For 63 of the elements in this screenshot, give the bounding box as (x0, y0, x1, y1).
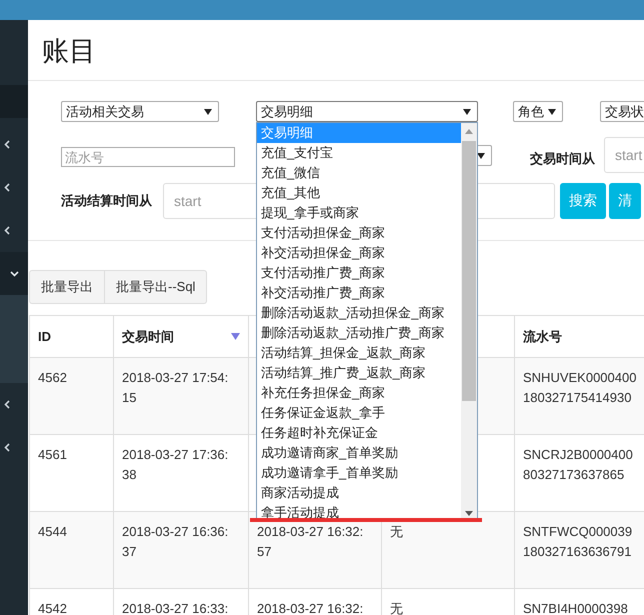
dropdown-option[interactable]: 成功邀请商家_首单奖励 (257, 443, 461, 463)
dropdown-option[interactable]: 任务保证金返款_拿手 (257, 403, 461, 423)
select-field[interactable]: 交易状 (600, 101, 644, 122)
dropdown-option[interactable]: 补交活动担保金_商家 (257, 243, 461, 263)
dropdown-option[interactable]: 删除活动返款_活动推广费_商家 (257, 323, 461, 343)
page-title: 账目 (41, 35, 97, 68)
table-cell-text: 无 (390, 600, 403, 615)
table-cell-text: SNCRJ2B0000400 80327173637865 (523, 446, 633, 484)
table-cell-text: 2018-03-27 17:54: 15 (122, 369, 228, 407)
table-cell-text: 4561 (38, 446, 67, 464)
dropdown-option[interactable]: 商家活动提成 (257, 483, 461, 503)
chevron-left-icon (4, 443, 10, 452)
chevron-left-icon (4, 400, 10, 409)
column-header[interactable]: ID (38, 329, 51, 344)
chevron-left-icon (4, 226, 10, 235)
scrollbar[interactable] (461, 123, 477, 521)
filter-label: 交易时间从 (530, 151, 595, 166)
dropdown-option[interactable]: 补交活动推广费_商家 (257, 283, 461, 303)
chevron-left-icon (4, 140, 10, 149)
table-cell-text: 2018-03-27 16:33: (122, 600, 228, 615)
select-field[interactable]: 活动相关交易 (61, 101, 219, 122)
sort-icon[interactable] (231, 333, 240, 340)
chevron-down-icon (10, 270, 18, 276)
filter-label: 活动结算时间从 (61, 193, 152, 208)
table-cell-text: 2018-03-27 16:36: 37 (122, 523, 228, 561)
dropdown-option[interactable]: 任务超时补充保证金 (257, 423, 461, 443)
export-button[interactable]: 批量导出--Sql (105, 270, 208, 304)
dropdown-option[interactable]: 活动结算_担保金_返款_商家 (257, 343, 461, 363)
dropdown-option[interactable]: 充值_微信 (257, 163, 461, 183)
dropdown-option[interactable]: 补充任务担保金_商家 (257, 383, 461, 403)
scroll-up-icon[interactable] (465, 128, 473, 134)
dropdown-arrow-icon (548, 108, 556, 114)
dropdown-option[interactable]: 充值_其他 (257, 183, 461, 203)
dropdown-option[interactable]: 支付活动推广费_商家 (257, 263, 461, 283)
sidebar-item[interactable] (0, 85, 28, 118)
table-cell-text: 4562 (38, 369, 67, 387)
select-field[interactable]: 交易明细 (256, 101, 478, 122)
dropdown-arrow-icon (463, 108, 471, 114)
input-field[interactable]: 流水号 (61, 147, 235, 167)
scroll-down-icon[interactable] (465, 510, 473, 516)
dropdown-option[interactable]: 提现_拿手或商家 (257, 203, 461, 223)
column-header[interactable]: 流水号 (523, 328, 562, 346)
table-cell-text: 4544 (38, 523, 67, 541)
table-cell-text: SN7BI4H0000398 (523, 600, 628, 615)
table-cell-text: 无 (390, 523, 403, 541)
table-cell-text: 2018-03-27 16:32: (257, 600, 364, 615)
column-header[interactable]: 交易时间 (122, 328, 174, 346)
dropdown-arrow-icon (477, 152, 485, 158)
table-cell-text: SNTFWCQ000039 180327163636791 (523, 523, 632, 561)
chevron-left-icon (4, 183, 10, 192)
table-cell-text: 4542 (38, 600, 67, 615)
dropdown-option[interactable]: 充值_支付宝 (257, 143, 461, 163)
dropdown-option[interactable]: 删除活动返款_活动担保金_商家 (257, 303, 461, 323)
export-button[interactable]: 批量导出 (29, 270, 105, 304)
dropdown-option[interactable]: 支付活动担保金_商家 (257, 223, 461, 243)
table-cell-text: 2018-03-27 17:36: 38 (122, 446, 228, 484)
dropdown-option[interactable]: 成功邀请拿手_首单奖励 (257, 463, 461, 483)
select-field[interactable]: 角色 (513, 101, 563, 122)
table-cell-text: SNHUVEK0000400 180327175414930 (523, 369, 636, 407)
dropdown-arrow-icon (204, 108, 212, 114)
table-cell-text: 2018-03-27 16:32: 57 (257, 523, 364, 561)
dropdown-option[interactable]: 活动结算_推广费_返款_商家 (257, 363, 461, 383)
sidebar-item[interactable] (0, 252, 28, 295)
